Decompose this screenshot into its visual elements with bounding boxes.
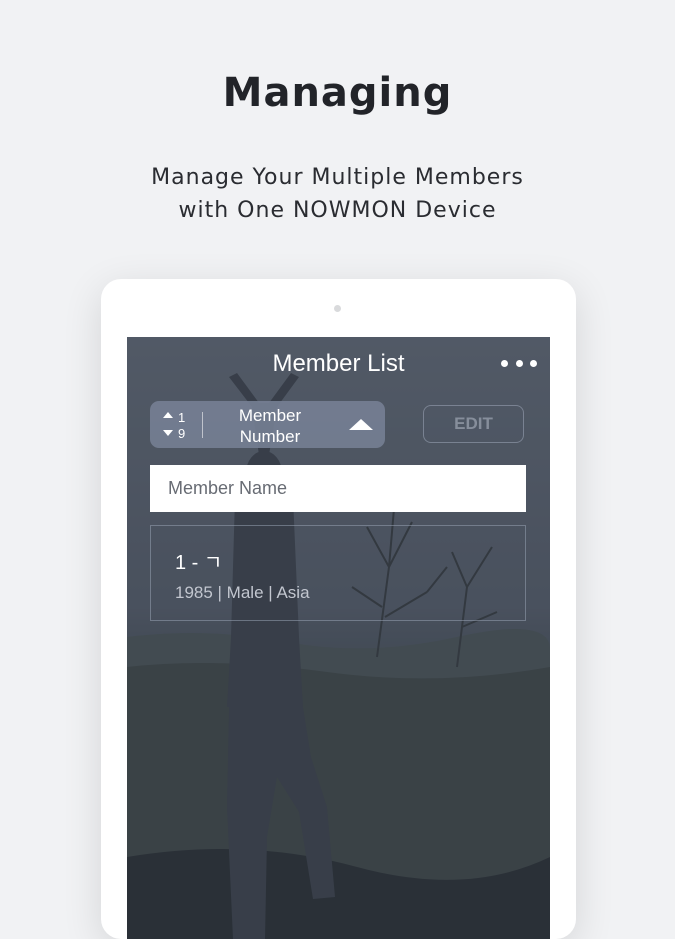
sort-icon-top-digit: 1 (178, 410, 185, 425)
sort-label-line-2: Number (239, 427, 301, 446)
edit-button[interactable]: EDIT (423, 405, 524, 443)
sort-label-line-1: Member (238, 406, 302, 425)
member-list-item[interactable]: 1 - ㄱ 1985 | Male | Asia (150, 525, 526, 621)
page-subheadline: Manage Your Multiple Members with One NO… (0, 161, 675, 227)
page-headline: Managing (222, 70, 453, 116)
more-dot (501, 359, 508, 367)
more-options-icon[interactable] (501, 351, 537, 375)
subheadline-line-1: Manage Your Multiple Members (151, 165, 524, 190)
subheadline-line-2: with One NOWMON Device (178, 198, 497, 223)
screen-title: Member List (272, 350, 405, 377)
sort-icon-bottom-digit: 9 (178, 426, 185, 441)
more-dot (515, 359, 523, 367)
more-dot (530, 359, 537, 367)
sort-field-label: Member Number (220, 405, 320, 447)
tablet-device: Member List 1 9 Member Number EDIT 1 - ㄱ (101, 279, 576, 939)
app-screen: Member List 1 9 Member Number EDIT 1 - ㄱ (127, 337, 550, 939)
member-details: 1985 | Male | Asia (175, 583, 310, 602)
sort-dropdown[interactable]: 1 9 Member Number (150, 401, 385, 448)
member-name: 1 - ㄱ (175, 552, 223, 574)
sort-divider (202, 412, 203, 438)
sort-order-icon: 1 9 (163, 410, 185, 441)
caret-up-icon (349, 419, 373, 430)
tablet-camera (334, 305, 341, 312)
member-name-search-input[interactable] (150, 465, 526, 512)
